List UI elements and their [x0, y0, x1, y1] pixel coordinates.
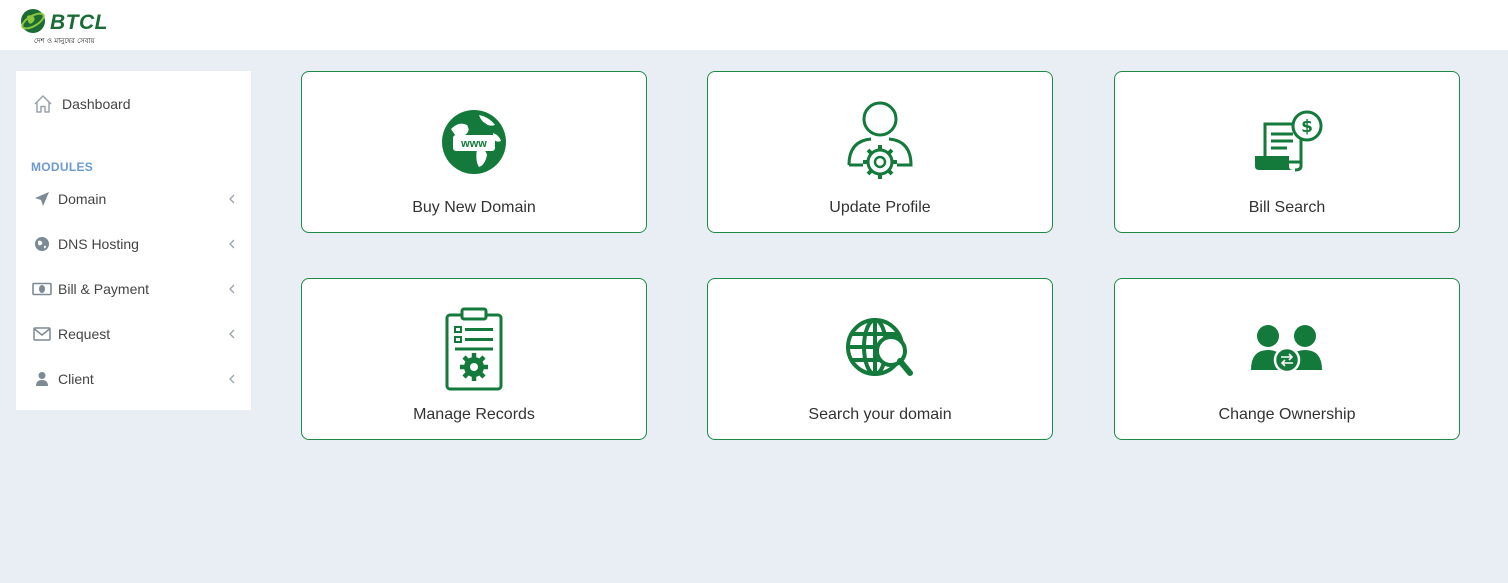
- logo-tagline: দেশ ও মানুষের সেবায়: [34, 37, 95, 45]
- sidebar-item-label: Bill & Payment: [58, 281, 150, 297]
- sidebar-item-domain[interactable]: Domain: [32, 184, 237, 214]
- card-manage-records[interactable]: Manage Records: [301, 278, 647, 440]
- dashboard-label: Dashboard: [62, 96, 131, 112]
- modules-heading: MODULES: [31, 160, 94, 174]
- globe-search-icon: [840, 309, 920, 389]
- top-header: BTCL দেশ ও মানুষের সেবায়: [0, 0, 1508, 50]
- sidebar-item-label: Request: [58, 326, 111, 342]
- card-buy-new-domain[interactable]: www Buy New Domain: [301, 71, 647, 233]
- logo-globe-icon: [21, 9, 45, 33]
- user-icon: [32, 369, 52, 389]
- sidebar-item-request[interactable]: Request: [32, 319, 237, 349]
- envelope-icon: [32, 324, 52, 344]
- svg-text:$: $: [1301, 117, 1313, 137]
- globe-icon: [32, 234, 52, 254]
- btcl-logo[interactable]: BTCL দেশ ও মানুষের সেবায়: [16, 4, 116, 46]
- www-globe-icon: www: [434, 102, 514, 182]
- home-icon: [34, 95, 52, 113]
- sidebar-item-client[interactable]: Client: [32, 364, 237, 394]
- sidebar-item-dashboard[interactable]: Dashboard: [32, 91, 131, 117]
- sidebar-item-label: DNS Hosting: [58, 236, 139, 252]
- chevron-left-icon: [229, 329, 235, 339]
- bill-dollar-icon: $: [1247, 102, 1327, 182]
- sidebar-item-label: Client: [58, 371, 94, 387]
- sidebar-item-bill-payment[interactable]: Bill & Payment: [32, 274, 237, 304]
- sidebar: Dashboard MODULES Domain DNS Hosting Bil…: [16, 71, 251, 410]
- card-update-profile[interactable]: Update Profile: [707, 71, 1053, 233]
- clipboard-gear-icon: [434, 307, 514, 391]
- svg-text:www: www: [460, 138, 487, 150]
- money-icon: [32, 279, 52, 299]
- sidebar-item-label: Domain: [58, 191, 107, 207]
- chevron-left-icon: [229, 284, 235, 294]
- chevron-left-icon: [229, 374, 235, 384]
- card-bill-search[interactable]: $ Bill Search: [1114, 71, 1460, 233]
- profile-gear-icon: [840, 101, 920, 182]
- card-label: Update Profile: [829, 199, 931, 216]
- card-label: Manage Records: [413, 406, 535, 423]
- card-label: Search your domain: [808, 406, 952, 423]
- card-search-your-domain[interactable]: Search your domain: [707, 278, 1053, 440]
- sidebar-item-dns-hosting[interactable]: DNS Hosting: [32, 229, 237, 259]
- card-label: Bill Search: [1248, 199, 1326, 216]
- card-label: Change Ownership: [1218, 406, 1356, 423]
- card-label: Buy New Domain: [412, 199, 536, 216]
- logo-text: BTCL: [50, 11, 108, 34]
- chevron-left-icon: [229, 239, 235, 249]
- users-exchange-icon: [1247, 309, 1327, 389]
- card-change-ownership[interactable]: Change Ownership: [1114, 278, 1460, 440]
- paper-plane-icon: [32, 189, 52, 209]
- chevron-left-icon: [229, 194, 235, 204]
